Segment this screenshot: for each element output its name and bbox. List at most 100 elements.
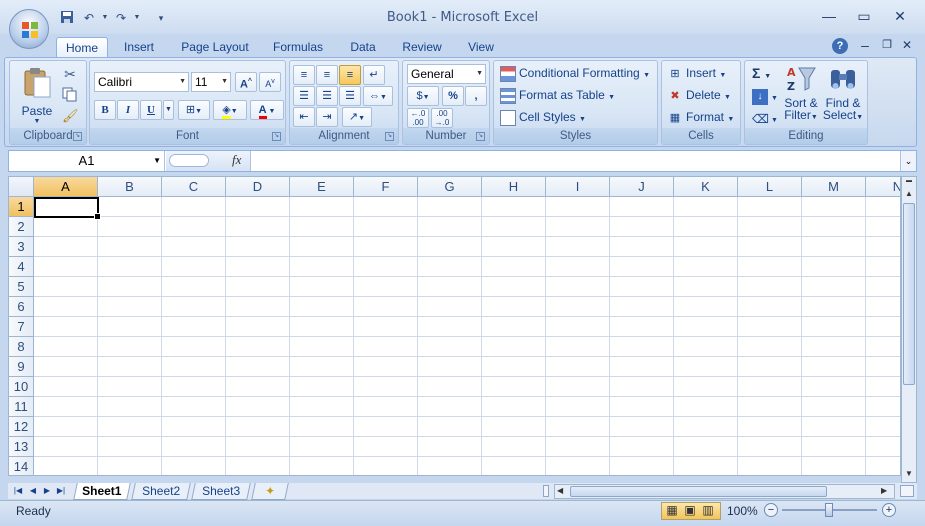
decrease-decimal-button[interactable]: .00 →.0 xyxy=(431,108,453,128)
font-launcher-icon[interactable]: ↘ xyxy=(272,132,281,141)
column-header-j[interactable]: J xyxy=(610,177,674,197)
borders-button[interactable]: ⊞▼ xyxy=(178,100,210,120)
increase-indent-button[interactable]: ⇥ xyxy=(316,107,338,127)
align-left-button[interactable]: ☰ xyxy=(293,86,315,106)
clipboard-launcher-icon[interactable]: ↘ xyxy=(73,132,82,141)
merge-center-button[interactable]: ⇔▼ xyxy=(363,86,393,106)
select-all-button[interactable] xyxy=(9,177,34,197)
column-header-g[interactable]: G xyxy=(418,177,482,197)
format-as-table-button[interactable]: Format as Table ▼ xyxy=(500,85,615,105)
row-header-14[interactable]: 14 xyxy=(9,457,34,475)
conditional-formatting-button[interactable]: Conditional Formatting ▼ xyxy=(500,63,650,83)
tab-review[interactable]: Review xyxy=(397,37,447,58)
column-header-l[interactable]: L xyxy=(738,177,802,197)
normal-view-icon[interactable]: ▦ xyxy=(664,503,680,519)
delete-cells-button[interactable]: ✖ Delete ▼ xyxy=(667,85,731,105)
expand-formula-bar-icon[interactable]: ⌄ xyxy=(900,151,916,171)
row-header-2[interactable]: 2 xyxy=(9,217,34,237)
row-header-1[interactable]: 1 xyxy=(9,197,34,217)
next-sheet-icon[interactable]: ▶ xyxy=(41,485,53,497)
row-header-9[interactable]: 9 xyxy=(9,357,34,377)
column-header-n[interactable]: N xyxy=(866,177,900,197)
scroll-right-icon[interactable]: ▶ xyxy=(881,486,891,497)
zoom-slider-thumb[interactable] xyxy=(825,503,833,517)
format-painter-icon[interactable]: 🖌 xyxy=(62,108,79,124)
cell-gridlines[interactable] xyxy=(34,197,900,475)
row-header-13[interactable]: 13 xyxy=(9,437,34,457)
row-header-12[interactable]: 12 xyxy=(9,417,34,437)
cut-icon[interactable]: ✂ xyxy=(62,66,78,82)
underline-button[interactable]: U xyxy=(140,100,162,120)
office-button[interactable] xyxy=(9,9,49,49)
number-launcher-icon[interactable]: ↘ xyxy=(476,132,485,141)
tab-home[interactable]: Home xyxy=(56,37,108,58)
help-icon[interactable]: ? xyxy=(832,38,848,54)
grow-font-button[interactable]: A^ xyxy=(235,72,257,92)
sheet-tab-sheet3[interactable]: Sheet3 xyxy=(191,483,251,500)
tab-data[interactable]: Data xyxy=(343,37,383,58)
align-top-button[interactable]: ≡ xyxy=(293,65,315,85)
clear-button[interactable]: ⌫ ▼ xyxy=(752,108,778,128)
column-header-f[interactable]: F xyxy=(354,177,418,197)
cell-styles-button[interactable]: Cell Styles ▼ xyxy=(500,107,586,127)
sort-filter-button[interactable]: A Z Sort & Filter▼ xyxy=(781,64,821,126)
wrap-text-button[interactable]: ↵ xyxy=(363,65,385,85)
row-header-8[interactable]: 8 xyxy=(9,337,34,357)
doc-restore-icon[interactable]: ❐ xyxy=(876,38,898,54)
tab-formulas[interactable]: Formulas xyxy=(266,37,330,58)
row-header-11[interactable]: 11 xyxy=(9,397,34,417)
hsplit-box-icon[interactable] xyxy=(900,485,914,497)
name-box[interactable]: A1 ▼ xyxy=(9,151,165,171)
close-icon[interactable]: ✕ xyxy=(889,9,911,25)
doc-close-icon[interactable]: ✕ xyxy=(896,38,918,54)
vertical-scroll-thumb[interactable] xyxy=(903,203,915,385)
prev-sheet-icon[interactable]: ◀ xyxy=(27,485,39,497)
decrease-indent-button[interactable]: ⇤ xyxy=(293,107,315,127)
row-header-5[interactable]: 5 xyxy=(9,277,34,297)
customize-qat-icon[interactable]: ▾ xyxy=(152,10,170,26)
alignment-launcher-icon[interactable]: ↘ xyxy=(385,132,394,141)
accounting-format-button[interactable]: $▼ xyxy=(407,86,439,106)
font-color-button[interactable]: A ▼ xyxy=(250,100,284,120)
doc-minimize-icon[interactable]: – xyxy=(854,38,876,54)
maximize-icon[interactable]: ▭ xyxy=(853,9,875,25)
copy-icon[interactable] xyxy=(62,87,78,103)
redo-dropdown-icon[interactable]: ▼ xyxy=(128,10,146,26)
number-format-combo[interactable]: General ▼ xyxy=(407,64,486,84)
zoom-in-icon[interactable]: + xyxy=(882,503,896,517)
page-break-view-icon[interactable]: ▥ xyxy=(700,503,716,519)
last-sheet-icon[interactable]: ▶| xyxy=(55,485,67,497)
paste-button[interactable]: Paste ▼ xyxy=(16,65,58,125)
align-center-button[interactable]: ☰ xyxy=(316,86,338,106)
font-name-combo[interactable]: Calibri ▼ xyxy=(94,72,189,92)
sheet-tab-sheet1[interactable]: Sheet1 xyxy=(73,483,131,500)
column-header-a[interactable]: A xyxy=(34,177,98,197)
tab-view[interactable]: View xyxy=(462,37,500,58)
fill-color-button[interactable]: ◈▼ xyxy=(213,100,247,120)
tab-page-layout[interactable]: Page Layout xyxy=(176,37,254,58)
underline-dropdown-icon[interactable]: ▼ xyxy=(163,100,174,120)
column-header-i[interactable]: I xyxy=(546,177,610,197)
italic-button[interactable]: I xyxy=(117,100,139,120)
autosum-button[interactable]: Σ ▼ xyxy=(752,63,771,83)
align-middle-button[interactable]: ≡ xyxy=(316,65,338,85)
sheet-tab-sheet2[interactable]: Sheet2 xyxy=(131,483,191,500)
zoom-out-icon[interactable]: − xyxy=(764,503,778,517)
split-box-icon[interactable]: ▬ xyxy=(903,178,915,186)
row-header-7[interactable]: 7 xyxy=(9,317,34,337)
increase-decimal-button[interactable]: ←.0.00 xyxy=(407,108,429,128)
align-right-button[interactable]: ☰ xyxy=(339,86,361,106)
find-select-button[interactable]: Find & Select▼ xyxy=(821,64,865,126)
page-layout-view-icon[interactable]: ▣ xyxy=(682,503,698,519)
minimize-icon[interactable]: — xyxy=(818,9,840,25)
column-header-d[interactable]: D xyxy=(226,177,290,197)
tab-split-handle[interactable] xyxy=(543,485,549,497)
column-header-b[interactable]: B xyxy=(98,177,162,197)
align-bottom-button[interactable]: ≡ xyxy=(339,65,361,85)
percent-button[interactable]: % xyxy=(442,86,464,106)
scroll-down-icon[interactable]: ▼ xyxy=(903,469,915,481)
formula-input[interactable] xyxy=(252,151,899,171)
insert-sheet-button[interactable]: ✦ xyxy=(251,483,289,500)
save-icon[interactable] xyxy=(58,10,76,26)
column-header-e[interactable]: E xyxy=(290,177,354,197)
